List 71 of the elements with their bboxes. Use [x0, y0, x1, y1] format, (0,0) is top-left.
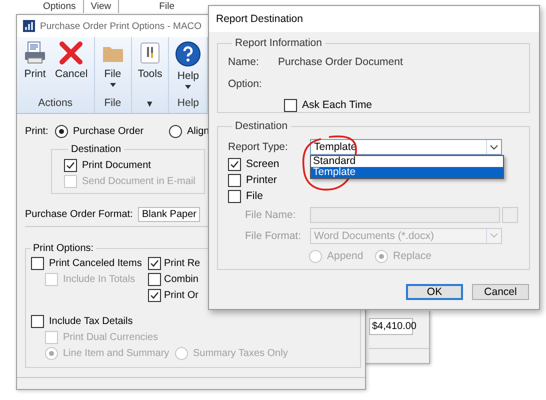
group-title: Print Options: — [32, 243, 95, 254]
field-value: Purchase Order Document — [278, 56, 403, 68]
radio-label: Purchase Order — [73, 126, 144, 136]
checkbox[interactable] — [148, 256, 161, 270]
help-icon — [175, 41, 202, 67]
checkbox[interactable] — [228, 190, 241, 202]
dropdown-option[interactable]: Standard — [311, 156, 503, 167]
checkbox-label: Ask Each Time — [302, 99, 372, 111]
group-title: Destination — [70, 144, 122, 155]
checkbox[interactable] — [228, 158, 241, 170]
group-title: Report Information — [234, 37, 323, 49]
app-icon — [23, 20, 35, 32]
checkbox[interactable] — [148, 288, 161, 302]
ribbon-group-label: File — [103, 97, 122, 111]
dropdown-option[interactable]: Template — [311, 167, 503, 178]
field-label: Print: — [25, 126, 50, 136]
dialog-title: Report Destination — [216, 13, 303, 25]
help-button[interactable]: Help — [172, 41, 204, 91]
radio-label: Summary Taxes Only — [193, 348, 288, 358]
checkbox[interactable] — [64, 158, 77, 172]
field-label: Option: — [228, 78, 263, 90]
menu-item[interactable]: View — [84, 0, 120, 13]
caret-icon — [185, 85, 192, 89]
checkbox-label: Printer — [246, 174, 277, 186]
radio-button[interactable] — [169, 124, 182, 138]
checkbox-label: Print Or — [164, 290, 198, 300]
menu-item[interactable]: Options — [36, 0, 84, 13]
file-button[interactable]: File — [98, 41, 128, 91]
checkbox-label: Print Re — [164, 258, 200, 268]
radio-label: Line Item and Summary — [63, 348, 170, 358]
radio-button[interactable] — [55, 124, 68, 138]
group-title: Destination — [234, 120, 289, 132]
checkbox-label: Screen — [246, 158, 280, 170]
print-button[interactable]: Print — [20, 41, 50, 91]
window-title: Purchase Order Print Options - MACO — [40, 20, 202, 32]
caret-icon — [110, 83, 116, 87]
field-label: File Format: — [245, 230, 302, 242]
checkbox-label: Include Tax Details — [49, 316, 133, 326]
ribbon-group-label: Help — [176, 97, 200, 111]
checkbox[interactable] — [284, 98, 297, 112]
tools-button[interactable]: Tools — [134, 41, 166, 91]
radio-label: Append — [327, 250, 364, 262]
format-field[interactable]: Blank Paper — [138, 206, 200, 222]
cancel-button[interactable]: Cancel — [472, 284, 529, 300]
chevron-icon — [490, 233, 498, 238]
checkbox-label: Print Document — [82, 160, 151, 170]
checkbox-label: Send Document in E-mail — [82, 176, 196, 186]
radio-label: Align — [187, 126, 210, 136]
chevron-icon — [490, 144, 498, 150]
field-label: File Name: — [245, 208, 297, 220]
radio-label: Replace — [393, 250, 432, 262]
field-label: Purchase Order Format: — [25, 208, 134, 220]
checkbox-label: Print Canceled Items — [49, 258, 142, 268]
field-label: Report Type: — [228, 141, 289, 153]
cancel-icon — [59, 41, 84, 65]
field-label: Name: — [228, 56, 260, 68]
checkbox-label: Include In Totals — [63, 274, 136, 284]
tools-icon — [138, 41, 162, 65]
ok-button[interactable]: OK — [406, 284, 463, 300]
ribbon-group-label: Actions — [37, 97, 74, 111]
printer-icon — [23, 41, 47, 65]
menu-item[interactable]: File — [119, 0, 182, 13]
cancel-button[interactable]: Cancel — [52, 41, 91, 91]
ribbon-group-label: ▾ — [146, 97, 154, 112]
checkbox[interactable] — [31, 256, 44, 270]
checkbox-label: Combin — [164, 274, 198, 284]
checkbox[interactable] — [31, 314, 44, 328]
checkbox[interactable] — [228, 174, 241, 186]
checkbox-label: File — [246, 190, 263, 202]
checkbox-label: Print Dual Currencies — [63, 332, 158, 342]
checkbox[interactable] — [148, 272, 161, 286]
